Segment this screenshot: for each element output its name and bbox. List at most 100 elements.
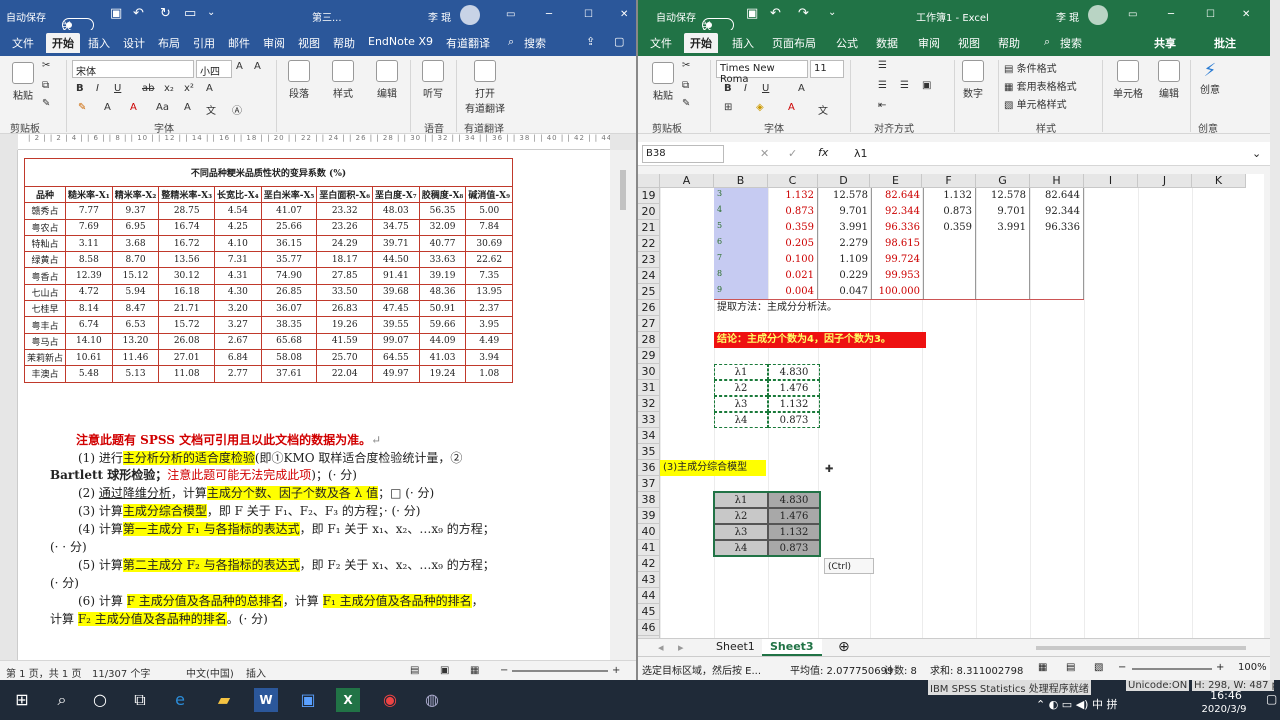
tab-layout[interactable]: 布局 (158, 35, 180, 51)
excel-search-box[interactable]: 搜索 (1060, 35, 1082, 51)
horizontal-scrollbar[interactable] (1036, 646, 1246, 650)
enclose-char-icon[interactable]: Ⓐ (232, 102, 242, 117)
row-header[interactable]: 36 (638, 460, 660, 476)
excel-tab-home[interactable]: 开始 (684, 33, 718, 53)
conditional-format-button[interactable]: ▤ 条件格式 (1004, 60, 1057, 75)
normal-view-icon[interactable]: ▦ (1038, 662, 1047, 673)
extraction-note[interactable]: 提取方法：主成分分析法。 (714, 300, 840, 316)
close-icon[interactable]: ✕ (620, 9, 628, 20)
lambda-value[interactable]: 4.830 (768, 364, 820, 380)
data-cell[interactable]: 0.100 (768, 252, 818, 268)
italic-icon[interactable]: I (96, 83, 99, 94)
excel-tab-review[interactable]: 审阅 (918, 35, 940, 51)
column-header-b[interactable]: B (714, 174, 768, 188)
data-cell[interactable]: 0.359 (768, 220, 818, 236)
tray-icons[interactable]: ⌃ ◐ ▭ ◀) 中 拼 (1036, 696, 1117, 712)
align-center-icon[interactable]: ☰ (900, 80, 909, 91)
word-taskbar-icon[interactable]: W (254, 688, 278, 712)
paragraph-button[interactable]: 段落 (284, 60, 314, 100)
component-index[interactable]: 7 (714, 252, 768, 268)
avatar[interactable] (460, 5, 480, 25)
prev-sheet-icon[interactable]: ◂ (658, 641, 664, 654)
lambda-label[interactable]: λ4 (714, 412, 768, 428)
document-page[interactable]: 不同品种粳米品质性状的变异系数 (%) 品种 糙米率-X₁ 精米率-X₂ 整精米率-X… (18, 150, 612, 660)
data-cell[interactable]: 99.953 (870, 268, 924, 284)
highlight-icon[interactable]: ✎ (78, 102, 86, 113)
excel-tab-page-layout[interactable]: 页面布局 (772, 35, 816, 51)
row-header[interactable]: 43 (638, 572, 660, 588)
row-header[interactable]: 25 (638, 284, 660, 300)
row-header[interactable]: 29 (638, 348, 660, 364)
page-count[interactable]: 第 1 页，共 1 页 (6, 665, 81, 680)
data-cell[interactable]: 0.873 (922, 204, 976, 220)
row-header[interactable]: 37 (638, 476, 660, 492)
row-header[interactable]: 33 (638, 412, 660, 428)
change-case-icon[interactable]: Aa (156, 102, 169, 113)
row-header[interactable]: 39 (638, 508, 660, 524)
row-header[interactable]: 32 (638, 396, 660, 412)
youdao-open-button[interactable]: 打开 有道翻译 (462, 60, 508, 115)
lambda-label[interactable]: λ2 (714, 380, 768, 396)
data-cell[interactable]: 1.132 (922, 188, 976, 204)
tab-review[interactable]: 审阅 (263, 35, 285, 51)
data-cell[interactable] (976, 284, 1030, 300)
zoom-in-icon[interactable]: + (612, 665, 620, 676)
column-header-j[interactable]: J (1138, 174, 1192, 188)
excel-paste-button[interactable]: 粘贴 (648, 62, 678, 102)
merge-icon[interactable]: ▣ (922, 80, 931, 91)
data-cell[interactable] (922, 284, 976, 300)
customize-qat-icon[interactable]: ⌄ (207, 7, 215, 18)
tab-help[interactable]: 帮助 (333, 35, 355, 51)
column-header-g[interactable]: G (976, 174, 1030, 188)
grow-font-icon[interactable]: A (236, 61, 243, 72)
lambda-value[interactable]: 1.476 (768, 380, 820, 396)
column-header-a[interactable]: A (660, 174, 714, 188)
data-cell[interactable]: 92.344 (1030, 204, 1084, 220)
page-layout-view-icon[interactable]: ▤ (1066, 662, 1075, 673)
scroll-thumb[interactable] (620, 170, 626, 210)
conclusion-cell[interactable]: 结论：主成分个数为4，因子个数为3。 (714, 332, 926, 348)
font-color-icon[interactable]: A (104, 102, 111, 113)
excel-minimize-icon[interactable]: ─ (1168, 9, 1174, 20)
web-layout-icon[interactable]: ▦ (470, 665, 479, 676)
indent-icon[interactable]: ⇤ (878, 100, 886, 111)
excel-font-color-icon[interactable]: A (788, 102, 795, 113)
next-sheet-icon[interactable]: ▸ (678, 641, 684, 654)
lambda-value[interactable]: 0.873 (768, 412, 820, 428)
row-header[interactable]: 42 (638, 556, 660, 572)
excel-redo-icon[interactable]: ↷ (798, 6, 809, 21)
component-index[interactable]: 5 (714, 220, 768, 236)
clear-format-icon[interactable]: A (254, 61, 261, 72)
data-cell[interactable]: 3.991 (818, 220, 872, 236)
cut-icon[interactable]: ✂ (42, 60, 50, 71)
data-cell[interactable] (922, 236, 976, 252)
excel-zoom-out-icon[interactable]: − (1118, 662, 1126, 673)
data-cell[interactable]: 96.336 (870, 220, 924, 236)
minimize-icon[interactable]: ─ (546, 9, 552, 20)
excel-font-name-combo[interactable]: Times New Roma (716, 60, 808, 85)
zoom-slider[interactable] (512, 670, 608, 672)
row-header[interactable]: 27 (638, 316, 660, 332)
excel-save-icon[interactable]: ▣ (746, 6, 758, 21)
excel-avatar[interactable] (1088, 5, 1108, 25)
component-index[interactable]: 8 (714, 268, 768, 284)
row-header[interactable]: 19 (638, 188, 660, 204)
component-index[interactable]: 9 (714, 284, 768, 300)
excel-zoom-level[interactable]: 100% (1238, 662, 1267, 673)
expand-formula-icon[interactable]: ⌄ (1252, 147, 1261, 160)
excel-italic-icon[interactable]: I (744, 83, 747, 94)
sheet-tab-sheet3[interactable]: Sheet3 (762, 639, 822, 656)
excel-taskbar-icon[interactable]: X (336, 688, 360, 712)
number-format-button[interactable]: 数字 (958, 60, 988, 100)
excel-font-size-combo[interactable]: 11 (810, 60, 844, 78)
model-label[interactable]: (3)主成分综合模型 (660, 460, 766, 476)
component-index[interactable]: 4 (714, 204, 768, 220)
language[interactable]: 中文(中国) (186, 665, 234, 680)
clock-date[interactable]: 2020/3/9 (1184, 704, 1264, 715)
excel-format-painter-icon[interactable]: ✎ (682, 98, 690, 109)
lambda-label[interactable]: λ3 (714, 396, 768, 412)
data-cell[interactable]: 9.701 (976, 204, 1030, 220)
tab-file[interactable]: 文件 (12, 35, 34, 51)
excel-tab-view[interactable]: 视图 (958, 35, 980, 51)
data-cell[interactable] (976, 236, 1030, 252)
